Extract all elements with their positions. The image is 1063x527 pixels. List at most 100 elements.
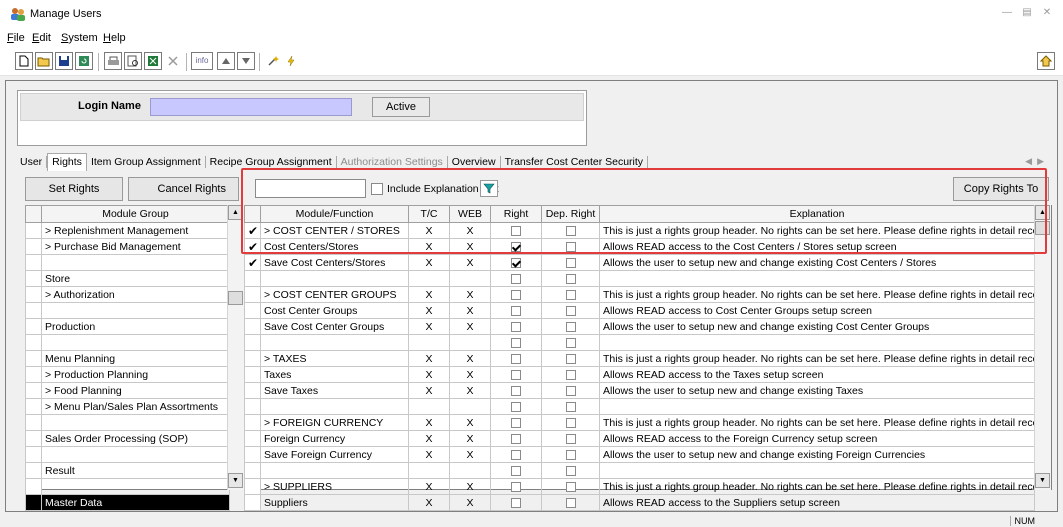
module-group-cell[interactable]: Menu Planning bbox=[41, 350, 230, 367]
module-group-cell[interactable] bbox=[41, 254, 230, 271]
column-header-dep-right[interactable]: Dep. Right bbox=[541, 205, 600, 223]
refresh-icon[interactable] bbox=[75, 52, 93, 70]
module-group-cell[interactable]: Store bbox=[41, 270, 230, 287]
row-indicator[interactable] bbox=[244, 318, 261, 335]
row-indicator[interactable] bbox=[25, 222, 42, 239]
module-row[interactable]: Menu Planning bbox=[25, 350, 230, 367]
module-row[interactable]: > Food Planning bbox=[25, 382, 230, 399]
rights-row[interactable] bbox=[244, 334, 1035, 351]
right-checkbox[interactable] bbox=[511, 321, 521, 332]
maximize-icon[interactable]: ▤ bbox=[1021, 7, 1033, 18]
delete-icon[interactable] bbox=[164, 52, 182, 70]
dep-right-checkbox[interactable] bbox=[565, 369, 576, 380]
dep-right-checkbox[interactable] bbox=[565, 401, 576, 412]
row-indicator[interactable] bbox=[25, 334, 42, 351]
row-indicator[interactable] bbox=[25, 430, 42, 447]
row-indicator[interactable] bbox=[25, 350, 42, 367]
new-icon[interactable] bbox=[15, 52, 33, 70]
module-row[interactable]: Production bbox=[25, 318, 230, 335]
print-icon[interactable] bbox=[104, 52, 122, 70]
row-indicator[interactable] bbox=[244, 286, 261, 303]
dep-right-checkbox[interactable] bbox=[565, 481, 576, 492]
right-checkbox[interactable] bbox=[511, 241, 521, 252]
column-header-module-group[interactable]: Module Group bbox=[41, 205, 230, 223]
arrow-up-icon[interactable] bbox=[217, 52, 235, 70]
row-indicator[interactable] bbox=[25, 302, 42, 319]
module-row[interactable] bbox=[25, 414, 230, 431]
row-indicator[interactable] bbox=[25, 286, 42, 303]
row-indicator[interactable] bbox=[25, 446, 42, 463]
row-indicator[interactable] bbox=[244, 270, 261, 287]
info-icon[interactable]: info bbox=[191, 52, 213, 70]
module-row[interactable]: > Production Planning bbox=[25, 366, 230, 383]
module-row[interactable] bbox=[25, 334, 230, 351]
menu-system[interactable]: System bbox=[61, 32, 98, 44]
menu-help[interactable]: Help bbox=[103, 32, 126, 44]
dep-right-checkbox[interactable] bbox=[565, 241, 576, 252]
row-indicator[interactable]: ✔ bbox=[244, 238, 261, 255]
cancel-rights-button[interactable]: Cancel Rights bbox=[128, 177, 239, 201]
row-indicator[interactable] bbox=[244, 478, 261, 495]
row-indicator[interactable] bbox=[25, 270, 42, 287]
dep-right-checkbox[interactable] bbox=[565, 417, 576, 428]
filter-icon[interactable] bbox=[480, 180, 498, 197]
module-group-cell[interactable]: Result bbox=[41, 462, 230, 479]
row-indicator[interactable] bbox=[244, 414, 261, 431]
rights-row[interactable] bbox=[244, 398, 1035, 415]
rights-row[interactable]: > SUPPLIERS X X This is just a rights group… bbox=[244, 478, 1035, 495]
home-icon[interactable] bbox=[1037, 52, 1055, 70]
dep-right-checkbox[interactable] bbox=[565, 385, 576, 396]
tab-transfer-cost-center-security[interactable]: Transfer Cost Center Security bbox=[501, 156, 649, 168]
right-checkbox[interactable] bbox=[511, 433, 521, 444]
rights-row[interactable]: ✔ > COST CENTER / STORES X X This is just a … bbox=[244, 222, 1035, 239]
right-checkbox[interactable] bbox=[511, 337, 521, 348]
module-row[interactable] bbox=[25, 478, 230, 495]
row-indicator[interactable] bbox=[25, 366, 42, 383]
right-checkbox[interactable] bbox=[511, 497, 521, 508]
row-indicator[interactable] bbox=[244, 366, 261, 383]
module-row[interactable] bbox=[25, 446, 230, 463]
dep-right-checkbox[interactable] bbox=[565, 305, 576, 316]
row-indicator[interactable] bbox=[244, 462, 261, 479]
save-icon[interactable] bbox=[55, 52, 73, 70]
rights-row[interactable]: > FOREIGN CURRENCY X X This is just a right… bbox=[244, 414, 1035, 431]
rights-row[interactable] bbox=[244, 270, 1035, 287]
right-checkbox[interactable] bbox=[511, 401, 521, 412]
column-header-web[interactable]: WEB bbox=[449, 205, 491, 223]
row-indicator[interactable] bbox=[25, 414, 42, 431]
set-rights-button[interactable]: Set Rights bbox=[25, 177, 123, 201]
rights-row[interactable]: > TAXES X X This is just a rights group hea… bbox=[244, 350, 1035, 367]
dep-right-checkbox[interactable] bbox=[565, 353, 576, 364]
module-row[interactable]: Sales Order Processing (SOP) bbox=[25, 430, 230, 447]
row-indicator[interactable] bbox=[244, 350, 261, 367]
copy-rights-to-button[interactable]: Copy Rights To bbox=[953, 177, 1049, 201]
rights-row[interactable]: Save Taxes X X Allows the user to setup new… bbox=[244, 382, 1035, 399]
module-row[interactable]: > Replenishment Management bbox=[25, 222, 230, 239]
tab-rights[interactable]: Rights bbox=[47, 153, 87, 171]
menu-file[interactable]: File bbox=[7, 32, 25, 44]
module-row[interactable]: > Menu Plan/Sales Plan Assortments bbox=[25, 398, 230, 415]
right-checkbox[interactable] bbox=[511, 225, 521, 236]
rights-scrollbar[interactable]: ▲ ▼ bbox=[1034, 205, 1051, 490]
tab-recipe-group-assignment[interactable]: Recipe Group Assignment bbox=[206, 156, 337, 168]
module-group-cell[interactable]: > Production Planning bbox=[41, 366, 230, 383]
module-scrollbar[interactable]: ▲ ▼ bbox=[227, 205, 244, 490]
scroll-up-icon[interactable]: ▲ bbox=[1035, 205, 1050, 220]
module-row[interactable] bbox=[25, 254, 230, 271]
row-indicator[interactable] bbox=[25, 398, 42, 415]
module-row[interactable]: Store bbox=[25, 270, 230, 287]
arrow-down-icon[interactable] bbox=[237, 52, 255, 70]
row-indicator[interactable] bbox=[244, 494, 261, 511]
right-checkbox[interactable] bbox=[511, 481, 521, 492]
rights-row[interactable]: Save Foreign Currency X X Allows the user t… bbox=[244, 446, 1035, 463]
module-row[interactable]: > Purchase Bid Management bbox=[25, 238, 230, 255]
scroll-down-icon[interactable]: ▼ bbox=[228, 473, 243, 488]
row-indicator[interactable] bbox=[25, 478, 42, 495]
scroll-down-icon[interactable]: ▼ bbox=[1035, 473, 1050, 488]
module-group-cell[interactable]: > Food Planning bbox=[41, 382, 230, 399]
module-group-cell[interactable]: > Purchase Bid Management bbox=[41, 238, 230, 255]
column-header-module-function[interactable]: Module/Function bbox=[260, 205, 409, 223]
scroll-up-icon[interactable]: ▲ bbox=[228, 205, 243, 220]
row-indicator[interactable] bbox=[244, 430, 261, 447]
menu-edit[interactable]: Edit bbox=[32, 32, 51, 44]
